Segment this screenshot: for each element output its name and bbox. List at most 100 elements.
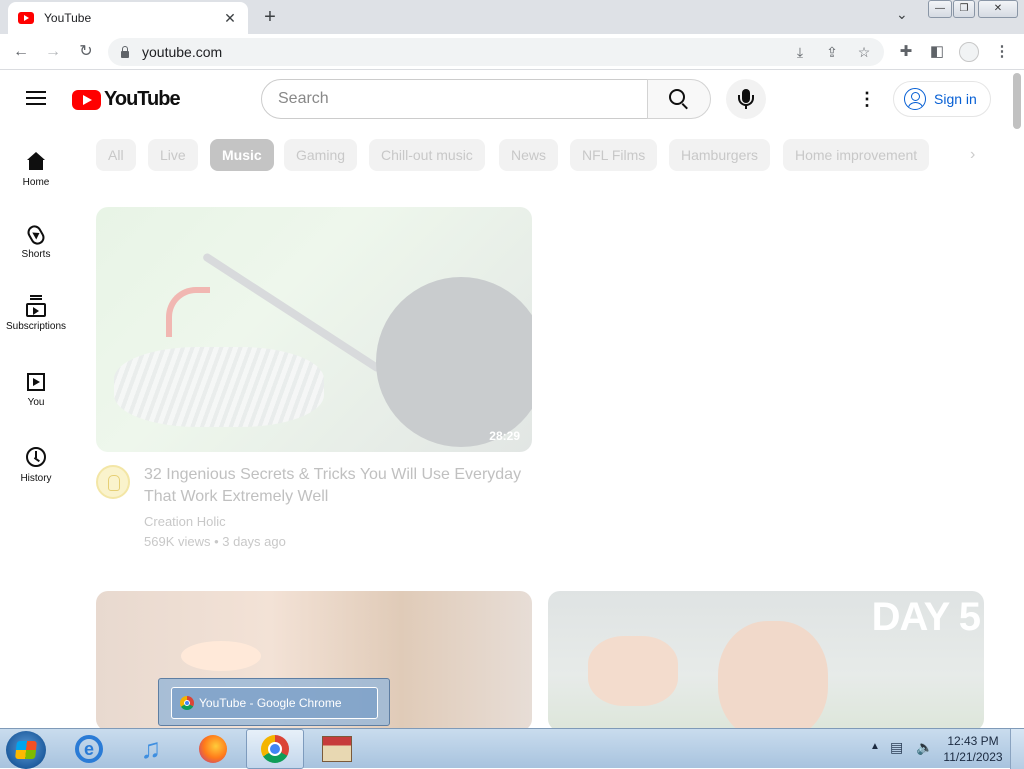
clock-time: 12:43 PM [947, 734, 999, 748]
url-text[interactable]: youtube.com [142, 44, 222, 60]
side-panel-icon[interactable]: ◧ [926, 41, 948, 63]
chip-nfl-films[interactable]: NFL Films [570, 139, 658, 171]
new-tab-button[interactable]: + [258, 6, 282, 28]
volume-muted-icon[interactable]: 🔈 [916, 739, 933, 756]
show-desktop-button[interactable] [1010, 729, 1024, 769]
itunes-icon: ♫ [140, 733, 162, 764]
thumbnail-overlay-text: DAY 5 [871, 595, 981, 639]
chip-all[interactable]: All [96, 139, 136, 171]
mini-guide-sidebar: Home Shorts Subscriptions You History [0, 127, 72, 727]
browser-toolbar: ← → ↻ youtube.com ⤓ ⇪ ☆ ✚ ◧ ⋮ [0, 34, 1024, 70]
thumbnail-drill [376, 277, 532, 447]
video-thumbnail[interactable]: DAY 5 [548, 591, 984, 731]
sidebar-item-you[interactable]: You [0, 359, 72, 419]
show-hidden-icons-icon[interactable]: ▲ [870, 741, 880, 752]
youtube-play-logo-icon [72, 89, 101, 110]
chip-music[interactable]: Music [210, 139, 274, 171]
sidebar-item-home[interactable]: Home [0, 137, 72, 197]
taskbar-clock[interactable]: 12:43 PM 11/21/2023 [942, 733, 1004, 765]
start-button[interactable] [6, 731, 46, 769]
chip-gaming[interactable]: Gaming [284, 139, 358, 171]
history-icon [26, 447, 46, 467]
sign-in-button[interactable]: Sign in [893, 81, 991, 117]
sidebar-item-subscriptions[interactable]: Subscriptions [0, 285, 72, 345]
sidebar-item-shorts[interactable]: Shorts [0, 211, 72, 271]
bookmark-star-icon[interactable]: ☆ [854, 42, 874, 62]
clock-date: 11/21/2023 [943, 750, 1003, 764]
store-icon [322, 736, 352, 762]
sidebar-item-label: Subscriptions [5, 321, 67, 332]
video-title[interactable]: 32 Ingenious Secrets & Tricks You Will U… [144, 464, 524, 508]
tab-title: YouTube [44, 11, 92, 25]
video-metadata: 569K views • 3 days ago [144, 534, 286, 549]
microphone-icon [738, 89, 754, 109]
scrollbar-thumb[interactable] [1013, 73, 1021, 129]
taskbar-store[interactable] [308, 729, 366, 769]
browser-tab[interactable]: YouTube ✕ [8, 2, 248, 34]
chrome-icon [180, 696, 194, 710]
sidebar-item-label: History [20, 473, 52, 484]
youtube-wordmark: YouTube [104, 88, 181, 110]
browser-tab-strip: YouTube ✕ + ⌄ — ❐ ✕ [0, 0, 1024, 34]
voice-search-button[interactable] [726, 79, 766, 119]
minimize-button[interactable]: — [928, 0, 952, 18]
tab-close-icon[interactable]: ✕ [222, 10, 238, 27]
extensions-puzzle-icon[interactable]: ✚ [895, 41, 917, 63]
youtube-favicon-icon [18, 12, 34, 24]
close-window-button[interactable]: ✕ [978, 0, 1018, 18]
page-scrollbar[interactable] [1010, 71, 1024, 727]
home-icon [25, 151, 47, 173]
network-icon[interactable]: ▤ [890, 739, 903, 756]
search-button[interactable] [647, 79, 711, 119]
restore-button[interactable]: ❐ [953, 0, 975, 18]
chip-live[interactable]: Live [148, 139, 198, 171]
chip-hamburgers[interactable]: Hamburgers [669, 139, 771, 171]
channel-name[interactable]: Creation Holic [144, 514, 226, 529]
chip-chill-out-music[interactable]: Chill-out music [369, 139, 485, 171]
taskbar-itunes[interactable]: ♫ [122, 729, 180, 769]
search-input[interactable]: Search [261, 79, 648, 119]
reload-icon[interactable]: ↻ [75, 41, 97, 63]
lock-icon[interactable] [120, 46, 130, 58]
youtube-header: YouTube Search ⋮ Sign in [0, 71, 1010, 127]
sign-in-label: Sign in [934, 91, 977, 107]
channel-avatar[interactable] [96, 465, 130, 499]
windows-taskbar: e ♫ ▲ ▤ 🔈 12:43 PM 11/21/2023 [0, 728, 1024, 769]
chrome-menu-icon[interactable]: ⋮ [991, 41, 1013, 63]
forward-icon[interactable]: → [42, 41, 64, 63]
thumbnail-face [718, 621, 828, 731]
share-icon[interactable]: ⇪ [822, 42, 842, 62]
chrome-icon [261, 735, 289, 763]
taskbar-chrome[interactable] [246, 729, 304, 769]
popup-window-item[interactable]: YouTube - Google Chrome [171, 687, 378, 719]
taskbar-firefox[interactable] [184, 729, 242, 769]
settings-kebab-icon[interactable]: ⋮ [858, 89, 876, 109]
filter-chips-bar: All Live Music Gaming Chill-out music Ne… [96, 139, 996, 171]
user-account-icon [904, 88, 926, 110]
taskbar-thumbnail-popup[interactable]: YouTube - Google Chrome [158, 678, 390, 726]
thumbnail-lamp [181, 641, 261, 671]
tab-search-chevron-icon[interactable]: ⌄ [896, 6, 908, 23]
address-bar[interactable]: youtube.com ⤓ ⇪ ☆ [108, 38, 884, 66]
sidebar-item-label: You [27, 397, 45, 408]
video-duration-badge: 28:29 [489, 429, 520, 443]
chips-next-chevron-icon[interactable]: › [970, 146, 975, 164]
chip-news[interactable]: News [499, 139, 559, 171]
internet-explorer-icon: e [75, 735, 103, 763]
profile-avatar-icon[interactable] [958, 41, 980, 63]
chip-home-improvement[interactable]: Home improvement [783, 139, 930, 171]
video-thumbnail[interactable]: 28:29 [96, 207, 532, 452]
firefox-icon [199, 735, 227, 763]
sidebar-item-history[interactable]: History [0, 433, 72, 493]
back-icon[interactable]: ← [10, 41, 32, 63]
sidebar-item-label: Home [22, 177, 50, 188]
thumbnail-red-arrow [166, 287, 210, 337]
thumbnail-hand [588, 636, 678, 706]
shorts-icon [24, 222, 48, 248]
taskbar-internet-explorer[interactable]: e [60, 729, 118, 769]
youtube-logo[interactable]: YouTube [72, 88, 181, 111]
install-app-icon[interactable]: ⤓ [790, 42, 810, 62]
hamburger-menu-icon[interactable] [26, 91, 46, 105]
thumbnail-image-screws [114, 347, 324, 427]
subscriptions-icon [26, 298, 46, 317]
